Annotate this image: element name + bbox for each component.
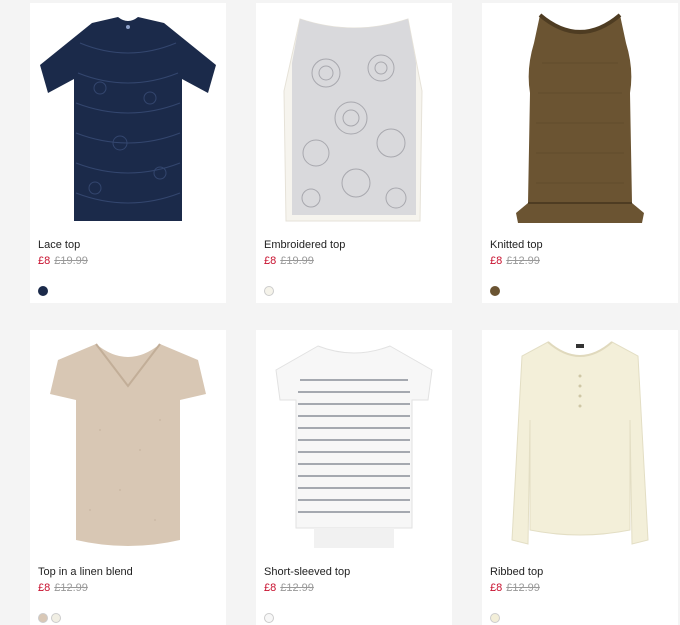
- product-price: £8 £19.99: [38, 254, 88, 268]
- product-price: £8 £12.99: [38, 581, 133, 595]
- product-image[interactable]: [256, 3, 452, 231]
- old-price: £12.99: [280, 582, 314, 594]
- product-name[interactable]: Knitted top: [490, 239, 543, 252]
- old-price: £12.99: [506, 582, 540, 594]
- old-price: £12.99: [506, 255, 540, 267]
- old-price: £12.99: [54, 582, 88, 594]
- product-name[interactable]: Embroidered top: [264, 239, 345, 252]
- striped-top-image: [275, 345, 433, 548]
- product-name[interactable]: Short-sleeved top: [264, 566, 350, 579]
- product-price: £8 £12.99: [490, 254, 543, 268]
- color-swatch[interactable]: [51, 613, 61, 623]
- color-swatch[interactable]: [264, 286, 274, 296]
- product-card-ribbed-top[interactable]: Ribbed top £8 £12.99: [482, 330, 678, 625]
- product-card-embroidered-top[interactable]: Embroidered top £8 £19.99: [256, 3, 452, 303]
- sale-price: £8: [490, 255, 503, 267]
- color-swatch[interactable]: [490, 613, 500, 623]
- product-image[interactable]: [482, 330, 678, 558]
- color-swatches: [38, 613, 61, 623]
- product-name[interactable]: Top in a linen blend: [38, 566, 133, 579]
- product-card-short-sleeved-top[interactable]: Short-sleeved top £8 £12.99: [256, 330, 452, 625]
- color-swatch[interactable]: [490, 286, 500, 296]
- old-price: £19.99: [54, 255, 88, 267]
- color-swatches: [490, 613, 500, 623]
- product-image[interactable]: [30, 3, 226, 231]
- sale-price: £8: [264, 582, 277, 594]
- product-image[interactable]: [30, 330, 226, 558]
- product-name[interactable]: Ribbed top: [490, 566, 543, 579]
- product-price: £8 £12.99: [264, 581, 350, 595]
- linen-top-image: [50, 343, 206, 546]
- color-swatch[interactable]: [38, 613, 48, 623]
- product-card-lace-top[interactable]: Lace top £8 £19.99: [30, 3, 226, 303]
- product-grid: Lace top £8 £19.99 Embroidered top £8 £1…: [0, 0, 680, 625]
- knitted-top-image: [516, 13, 644, 223]
- product-price: £8 £19.99: [264, 254, 345, 268]
- product-price: £8 £12.99: [490, 581, 543, 595]
- product-image[interactable]: [256, 330, 452, 558]
- sale-price: £8: [490, 582, 503, 594]
- sale-price: £8: [264, 255, 277, 267]
- sale-price: £8: [38, 582, 51, 594]
- embroidered-top-image: [283, 18, 423, 222]
- color-swatches: [264, 613, 274, 623]
- color-swatch[interactable]: [38, 286, 48, 296]
- color-swatches: [38, 286, 48, 296]
- color-swatch[interactable]: [264, 613, 274, 623]
- product-name[interactable]: Lace top: [38, 239, 88, 252]
- product-image[interactable]: [482, 3, 678, 231]
- old-price: £19.99: [280, 255, 314, 267]
- ribbed-top-image: [511, 341, 649, 545]
- sale-price: £8: [38, 255, 51, 267]
- product-card-knitted-top[interactable]: Knitted top £8 £12.99: [482, 3, 678, 303]
- lace-top-image: [40, 17, 216, 221]
- color-swatches: [264, 286, 274, 296]
- color-swatches: [490, 286, 500, 296]
- product-card-linen-blend-top[interactable]: Top in a linen blend £8 £12.99: [30, 330, 226, 625]
